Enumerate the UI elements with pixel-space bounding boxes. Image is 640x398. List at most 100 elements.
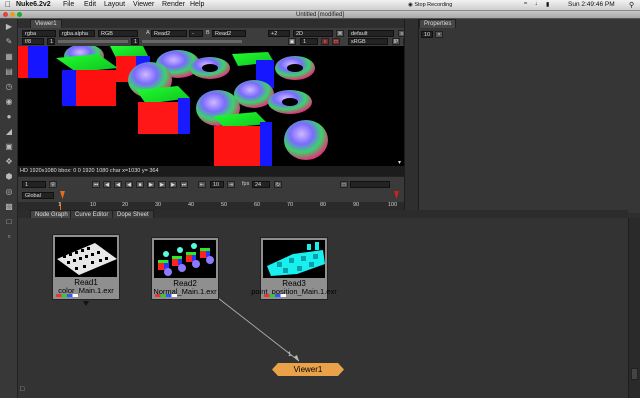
- play-backward-button[interactable]: ◀: [125, 181, 133, 188]
- stop-button[interactable]: ■: [136, 181, 144, 188]
- close-window-icon[interactable]: [3, 12, 8, 17]
- b-input-dropdown[interactable]: Read2: [212, 30, 246, 37]
- out-frame-field[interactable]: [350, 181, 390, 188]
- window-title: Untitled [modified]: [295, 12, 345, 18]
- zoom-window-icon[interactable]: [17, 12, 22, 17]
- last-frame-button[interactable]: ⏭: [180, 181, 188, 188]
- menu-help[interactable]: Help: [190, 1, 204, 8]
- zoom-dropdown[interactable]: +2: [268, 30, 290, 37]
- display-dropdown[interactable]: sRGB: [348, 38, 388, 45]
- colorspace-dropdown[interactable]: RGB: [98, 30, 138, 37]
- image-tool-icon[interactable]: ▦: [3, 52, 15, 62]
- menu-file[interactable]: File: [63, 1, 74, 8]
- frame-ratio-dropdown[interactable]: f/8: [22, 38, 44, 45]
- clock[interactable]: Sun 2:49:46 PM: [568, 1, 615, 8]
- clip-warning-icon[interactable]: ○: [321, 38, 329, 45]
- channel-tool-icon[interactable]: ◉: [3, 97, 15, 107]
- stop-recording-button[interactable]: ◉ Stop Recording: [408, 2, 452, 8]
- proxy-icon[interactable]: ▣: [288, 38, 296, 45]
- gamma-field[interactable]: 1: [131, 38, 139, 45]
- other-tool-icon[interactable]: □: [3, 217, 15, 227]
- toolsets-icon[interactable]: ▫: [3, 232, 15, 242]
- global-range-dropdown[interactable]: Global: [22, 192, 54, 199]
- time-tool-icon[interactable]: ◷: [3, 82, 15, 92]
- gamma-slider[interactable]: [142, 40, 242, 43]
- minimize-window-icon[interactable]: [10, 12, 15, 17]
- draw-tool-icon[interactable]: ▤: [3, 67, 15, 77]
- tick-90: 90: [353, 202, 360, 208]
- viewer-info-bar: HD 1920x1080 bbox: 0 0 1920 1080 char x=…: [18, 166, 404, 176]
- side-panel-scroll-handle[interactable]: [631, 368, 638, 380]
- tick-30: 30: [155, 202, 162, 208]
- menu-edit[interactable]: Edit: [84, 1, 96, 8]
- lut-dropdown[interactable]: default: [348, 30, 394, 37]
- tick-20: 20: [122, 202, 129, 208]
- ip-icon[interactable]: IP: [392, 38, 400, 45]
- step-back-button[interactable]: ⇤: [198, 181, 206, 188]
- read3-channel-strip: [264, 294, 286, 297]
- play-forward-button[interactable]: ▶: [147, 181, 155, 188]
- properties-max-panels[interactable]: 10: [421, 31, 433, 38]
- pointer-tool-icon[interactable]: ▶: [3, 22, 15, 32]
- menu-render[interactable]: Render: [162, 1, 185, 8]
- alpha-dropdown[interactable]: rgba.alpha: [59, 30, 95, 37]
- connection-read2-viewer1: [217, 297, 300, 362]
- proxy-dropdown[interactable]: 1: [300, 38, 318, 45]
- tab-properties[interactable]: Properties: [419, 19, 457, 28]
- brush-tool-icon[interactable]: ✎: [3, 37, 15, 47]
- fps-label: fps: [242, 181, 250, 187]
- spotlight-icon[interactable]: ⚲: [629, 1, 634, 9]
- menu-viewer[interactable]: Viewer: [133, 1, 154, 8]
- views-tool-icon[interactable]: ◎: [3, 187, 15, 197]
- metadata-tool-icon[interactable]: ▩: [3, 202, 15, 212]
- menu-layout[interactable]: Layout: [104, 1, 125, 8]
- a-input-dropdown[interactable]: Read2: [151, 30, 187, 37]
- roi-icon[interactable]: □: [332, 38, 340, 45]
- next-frame-button[interactable]: ▶: [158, 181, 166, 188]
- timeline-ruler[interactable]: 1 10 20 30 40 50 60 70 80 90 100: [18, 202, 404, 210]
- read2-channel-strip: [155, 294, 177, 297]
- wifi-icon[interactable]: ≈: [524, 1, 527, 7]
- current-frame-field[interactable]: 1: [22, 181, 46, 188]
- stop-recording-label: Stop Recording: [414, 2, 453, 8]
- node-read3[interactable]: Read3 point_position_Main.1.exr: [251, 237, 337, 300]
- filter-tool-icon[interactable]: ◢: [3, 127, 15, 137]
- out-point-marker[interactable]: [394, 191, 399, 199]
- lock-view-icon[interactable]: ⌘: [336, 30, 344, 37]
- prev-keyframe-button[interactable]: ◀: [103, 181, 111, 188]
- apple-menu-icon[interactable]: : [5, 0, 11, 9]
- prev-frame-button[interactable]: ◀: [114, 181, 122, 188]
- gain-slider[interactable]: [58, 40, 128, 43]
- next-keyframe-button[interactable]: ▶: [169, 181, 177, 188]
- keyer-tool-icon[interactable]: ▣: [3, 142, 15, 152]
- tick-10: 10: [90, 202, 97, 208]
- node-viewer1[interactable]: Viewer1: [272, 363, 344, 376]
- clear-properties-icon[interactable]: ×: [435, 31, 443, 38]
- tab-viewer1[interactable]: Viewer1: [30, 19, 62, 28]
- gain-field[interactable]: 1: [47, 38, 55, 45]
- lock-range-icon[interactable]: ⚲: [49, 181, 57, 188]
- node-read2[interactable]: Read2 Normal_Main.1.exr: [151, 237, 219, 300]
- graph-nav-icon[interactable]: □: [20, 386, 24, 393]
- first-frame-button[interactable]: ⏮: [92, 181, 100, 188]
- color-tool-icon[interactable]: ●: [3, 112, 15, 122]
- 3d-tool-icon[interactable]: ⬢: [3, 172, 15, 182]
- a-input-label: A: [146, 30, 150, 36]
- fps-field[interactable]: 24: [252, 181, 270, 188]
- app-menu[interactable]: Nuke6.2v2: [16, 1, 51, 8]
- volume-icon[interactable]: ♩: [535, 1, 541, 7]
- loop-icon[interactable]: ↻: [274, 181, 282, 188]
- viewer-scroll-icon[interactable]: ▾: [398, 159, 401, 166]
- view-mode-dropdown[interactable]: 2D: [293, 30, 333, 37]
- merge-tool-icon[interactable]: ✥: [3, 157, 15, 167]
- playhead-marker[interactable]: [60, 191, 65, 199]
- step-forward-button[interactable]: ⇥: [227, 181, 235, 188]
- flipbook-icon[interactable]: □: [340, 181, 348, 188]
- compare-dropdown[interactable]: -: [189, 30, 203, 37]
- read1-output-arrow: [83, 301, 89, 306]
- node-read1[interactable]: Read1 color_Main.1.exr: [52, 234, 120, 300]
- battery-icon[interactable]: ▮: [546, 1, 549, 8]
- frame-step-field[interactable]: 10: [210, 181, 224, 188]
- channels-dropdown[interactable]: rgba: [22, 30, 56, 37]
- viewer-canvas[interactable]: ▾: [18, 46, 404, 166]
